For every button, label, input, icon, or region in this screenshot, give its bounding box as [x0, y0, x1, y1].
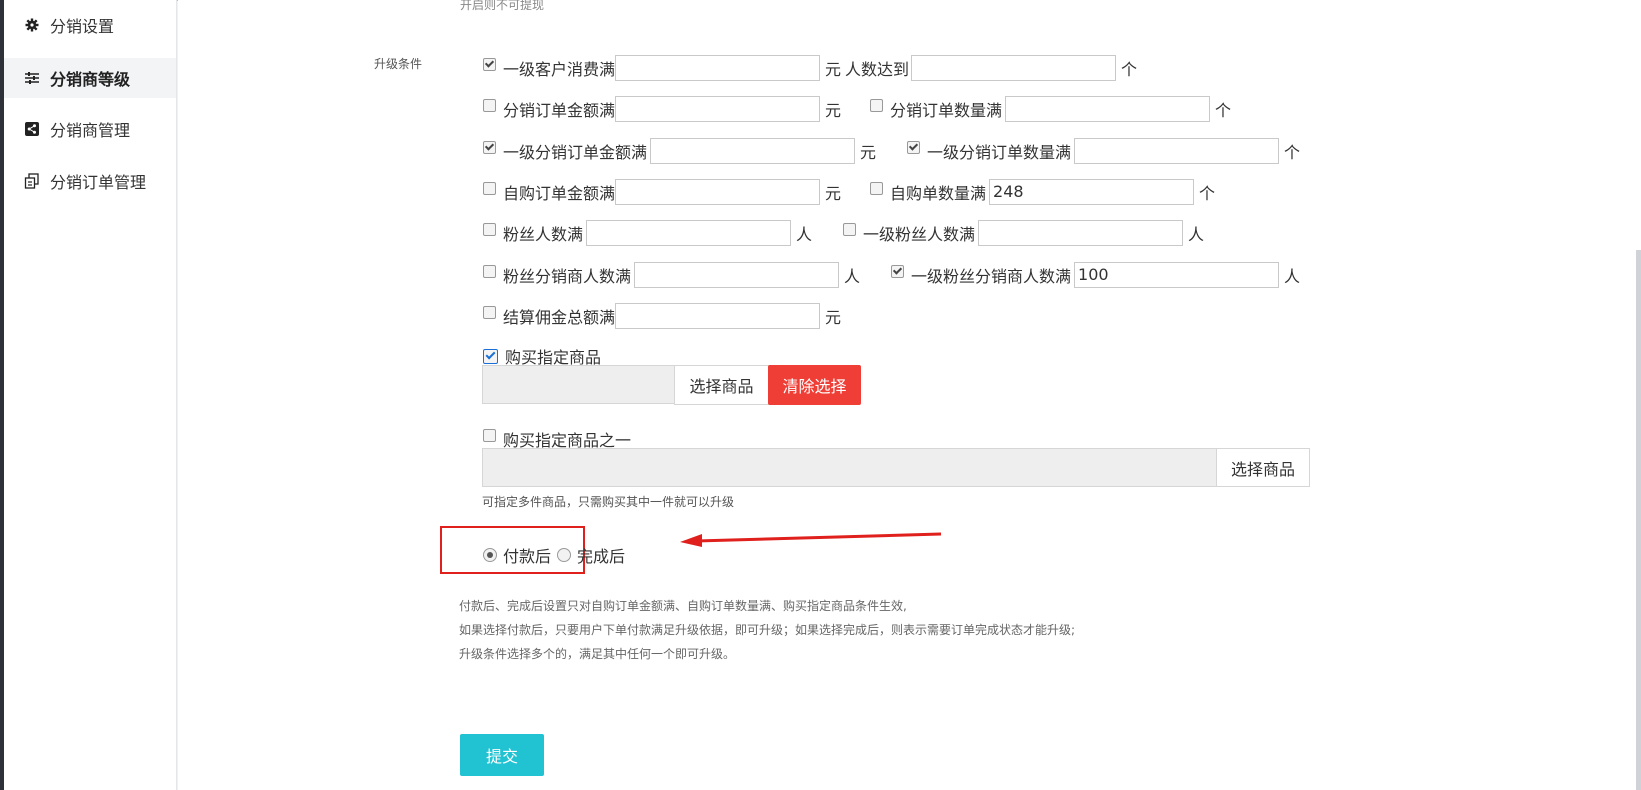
radio-after-complete[interactable]: [557, 548, 572, 562]
unit-label: 个: [1284, 143, 1301, 162]
checkbox[interactable]: [483, 98, 496, 112]
sidebar-item-distributor-level[interactable]: 分销商等级: [4, 58, 176, 98]
condition-row-4: 自购订单金额满 元 自购单数量满 248 个: [483, 179, 1215, 205]
unit-label: 个: [1121, 60, 1138, 79]
condition-input[interactable]: [650, 138, 856, 164]
condition-row-3: 一级分销订单金额满 元 一级分销订单数量满 个: [483, 138, 1300, 164]
condition-label: 人数达到: [845, 60, 910, 79]
condition-row-7: 结算佣金总额满 元: [483, 303, 841, 329]
radio-label: 付款后: [503, 547, 552, 566]
condition-input[interactable]: [1005, 96, 1211, 122]
unit-label: 个: [1199, 184, 1216, 203]
select-goods-button-2[interactable]: 选择商品: [1216, 448, 1310, 487]
submit-button[interactable]: 提交: [460, 734, 544, 776]
condition-input[interactable]: [1074, 138, 1280, 164]
condition-label: 一级分销订单数量满: [927, 143, 1072, 162]
condition-label: 粉丝人数满: [503, 225, 584, 244]
unit-label: 元: [860, 143, 877, 162]
unit-label: 个: [1215, 101, 1232, 120]
buy-goods-checkbox[interactable]: [483, 348, 498, 364]
gear-icon: [24, 17, 40, 33]
radio-after-payment[interactable]: [483, 548, 497, 562]
condition-label: 分销订单数量满: [890, 101, 1003, 120]
share-icon: [24, 121, 40, 137]
description-line: 付款后、完成后设置只对自购订单金额满、自购订单数量满、购买指定商品条件生效,: [459, 599, 907, 613]
unit-label: 元: [825, 308, 842, 327]
condition-label: 一级粉丝分销商人数满: [911, 267, 1072, 286]
scrollbar-thumb[interactable]: [1636, 250, 1641, 790]
condition-label: 一级分销订单金额满: [503, 143, 648, 162]
unit-label: 元: [825, 101, 842, 120]
checkbox[interactable]: [483, 57, 496, 71]
sliders-icon: [24, 70, 40, 86]
sidebar-item-label: 分销商管理: [50, 121, 131, 140]
condition-input[interactable]: [615, 55, 821, 81]
condition-input[interactable]: [615, 303, 821, 329]
condition-row-1: 一级客户消费满 元 人数达到 个: [483, 55, 1137, 81]
sidebar-item-order-manage[interactable]: 分销订单管理: [4, 162, 176, 200]
checkbox[interactable]: [483, 140, 496, 154]
condition-label: 自购订单金额满: [503, 184, 616, 203]
condition-label: 粉丝分销商人数满: [503, 267, 632, 286]
checkbox[interactable]: [483, 264, 496, 278]
checkbox[interactable]: [483, 305, 496, 319]
condition-input[interactable]: [911, 55, 1117, 81]
sidebar: 分销设置 分销商等级 分销商管理 分销订单管理: [4, 0, 177, 790]
copy-icon: [24, 173, 40, 189]
checkbox[interactable]: [843, 222, 857, 236]
checkbox[interactable]: [483, 181, 496, 195]
description-line: 升级条件选择多个的，满足其中任何一个即可升级。: [459, 647, 736, 661]
condition-row-2: 分销订单金额满 元 分销订单数量满 个: [483, 96, 1231, 122]
selected-goods-display: [482, 365, 675, 404]
condition-input[interactable]: [615, 96, 821, 122]
condition-input[interactable]: [634, 262, 840, 288]
checkbox[interactable]: [483, 222, 496, 236]
sidebar-item-label: 分销订单管理: [50, 173, 147, 192]
unit-label: 元: [825, 60, 842, 79]
sidebar-item-settings[interactable]: 分销设置: [4, 6, 176, 44]
condition-row-6: 粉丝分销商人数满 人 一级粉丝分销商人数满 100 人: [483, 262, 1300, 288]
sidebar-item-label: 分销设置: [50, 17, 115, 36]
checkbox[interactable]: [891, 264, 905, 278]
top-hint-text: 开启则不可提现: [460, 0, 545, 12]
timing-radio-group: 付款后 完成后: [483, 543, 625, 567]
selected-goods-list-display: [482, 448, 1217, 487]
condition-input[interactable]: [586, 220, 792, 246]
unit-label: 人: [796, 225, 813, 244]
unit-label: 人: [1284, 267, 1301, 286]
description-line: 如果选择付款后，只要用户下单付款满足升级依据，即可升级；如果选择完成后，则表示需…: [459, 623, 1076, 637]
unit-label: 人: [844, 267, 861, 286]
condition-input[interactable]: [978, 220, 1184, 246]
unit-label: 人: [1188, 225, 1205, 244]
condition-label: 一级粉丝人数满: [863, 225, 976, 244]
unit-label: 元: [825, 184, 842, 203]
checkbox[interactable]: [870, 181, 884, 195]
select-goods-button[interactable]: 选择商品: [674, 365, 769, 405]
condition-label: 结算佣金总额满: [503, 308, 616, 327]
condition-label: 一级客户消费满: [503, 60, 616, 79]
buy-one-of-checkbox[interactable]: [483, 428, 496, 442]
buy-one-of-hint: 可指定多件商品，只需购买其中一件就可以升级: [482, 495, 735, 509]
upgrade-condition-label: 升级条件: [374, 57, 423, 71]
condition-input[interactable]: [615, 179, 821, 205]
condition-label: 自购单数量满: [890, 184, 987, 203]
condition-label: 分销订单金额满: [503, 101, 616, 120]
condition-row-5: 粉丝人数满 人 一级粉丝人数满 人: [483, 220, 1204, 246]
sidebar-item-distributor-manage[interactable]: 分销商管理: [4, 110, 176, 148]
radio-label: 完成后: [577, 547, 626, 566]
clear-selection-button[interactable]: 清除选择: [768, 365, 861, 405]
annotation-arrow-icon: [680, 532, 942, 547]
checkbox[interactable]: [907, 140, 921, 154]
condition-input[interactable]: 100: [1074, 262, 1280, 288]
sidebar-item-label: 分销商等级: [50, 70, 131, 89]
checkbox[interactable]: [870, 98, 884, 112]
condition-input[interactable]: 248: [989, 179, 1195, 205]
